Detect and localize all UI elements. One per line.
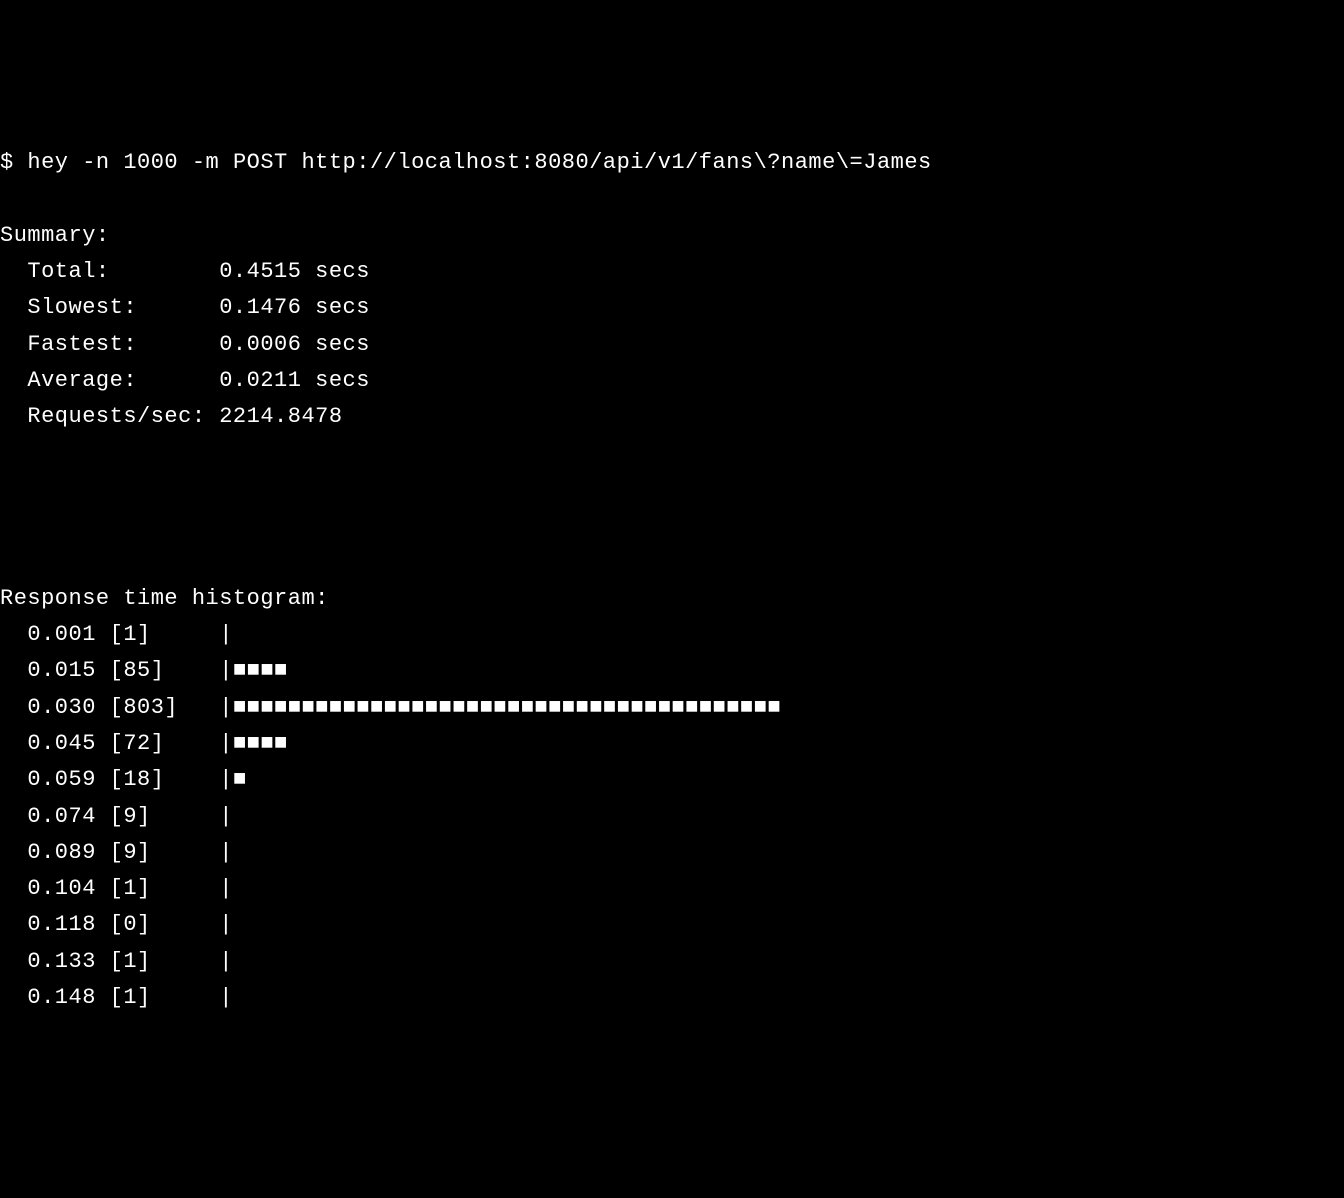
histogram-count: [72] [110, 731, 192, 756]
histogram-separator: | [192, 695, 233, 720]
summary-row-value: 2214.8478 [219, 404, 342, 429]
command-text: hey -n 1000 -m POST http://localhost:808… [27, 150, 931, 175]
histogram-separator: | [192, 985, 233, 1010]
histogram-bar: ■ [233, 767, 247, 792]
histogram-count: [9] [110, 804, 192, 829]
summary-row-label: Requests/sec: [0, 404, 219, 429]
histogram-bucket: 0.001 [0, 622, 110, 647]
summary-row-value: 0.0211 secs [219, 368, 370, 393]
histogram-bucket: 0.104 [0, 876, 110, 901]
histogram-separator: | [192, 840, 233, 865]
histogram-bar: ■■■■ [233, 731, 288, 756]
histogram-separator: | [192, 767, 233, 792]
histogram-count: [1] [110, 622, 192, 647]
summary-row-value: 0.4515 secs [219, 259, 370, 284]
histogram-separator: | [192, 731, 233, 756]
histogram-bucket: 0.089 [0, 840, 110, 865]
histogram-bar: ■■■■ [233, 658, 288, 683]
histogram-count: [9] [110, 840, 192, 865]
histogram-count: [18] [110, 767, 192, 792]
histogram-bucket: 0.059 [0, 767, 110, 792]
histogram-bucket: 0.030 [0, 695, 110, 720]
histogram-bucket: 0.118 [0, 912, 110, 937]
terminal-output[interactable]: $ hey -n 1000 -m POST http://localhost:8… [0, 145, 1344, 1016]
summary-heading: Summary: [0, 223, 110, 248]
histogram-separator: | [192, 949, 233, 974]
histogram-count: [1] [110, 876, 192, 901]
histogram-bucket: 0.133 [0, 949, 110, 974]
histogram-bucket: 0.045 [0, 731, 110, 756]
histogram-count: [1] [110, 949, 192, 974]
histogram-separator: | [192, 804, 233, 829]
histogram-bucket: 0.015 [0, 658, 110, 683]
histogram-count: [1] [110, 985, 192, 1010]
summary-row-value: 0.1476 secs [219, 295, 370, 320]
histogram-separator: | [192, 912, 233, 937]
summary-rows: Total: 0.4515 secs Slowest: 0.1476 secs … [0, 254, 1344, 435]
histogram-bucket: 0.074 [0, 804, 110, 829]
histogram-count: [85] [110, 658, 192, 683]
summary-row-label: Fastest: [0, 332, 219, 357]
histogram-count: [0] [110, 912, 192, 937]
histogram-separator: | [192, 622, 233, 647]
histogram-heading: Response time histogram: [0, 586, 329, 611]
histogram-bar: ■■■■■■■■■■■■■■■■■■■■■■■■■■■■■■■■■■■■■■■■ [233, 695, 781, 720]
histogram-rows: 0.001 [1] | 0.015 [85] |■■■■ 0.030 [803]… [0, 617, 1344, 1016]
histogram-bucket: 0.148 [0, 985, 110, 1010]
histogram-count: [803] [110, 695, 192, 720]
summary-row-value: 0.0006 secs [219, 332, 370, 357]
histogram-separator: | [192, 658, 233, 683]
summary-row-label: Average: [0, 368, 219, 393]
summary-row-label: Slowest: [0, 295, 219, 320]
histogram-separator: | [192, 876, 233, 901]
prompt: $ [0, 150, 27, 175]
summary-row-label: Total: [0, 259, 219, 284]
